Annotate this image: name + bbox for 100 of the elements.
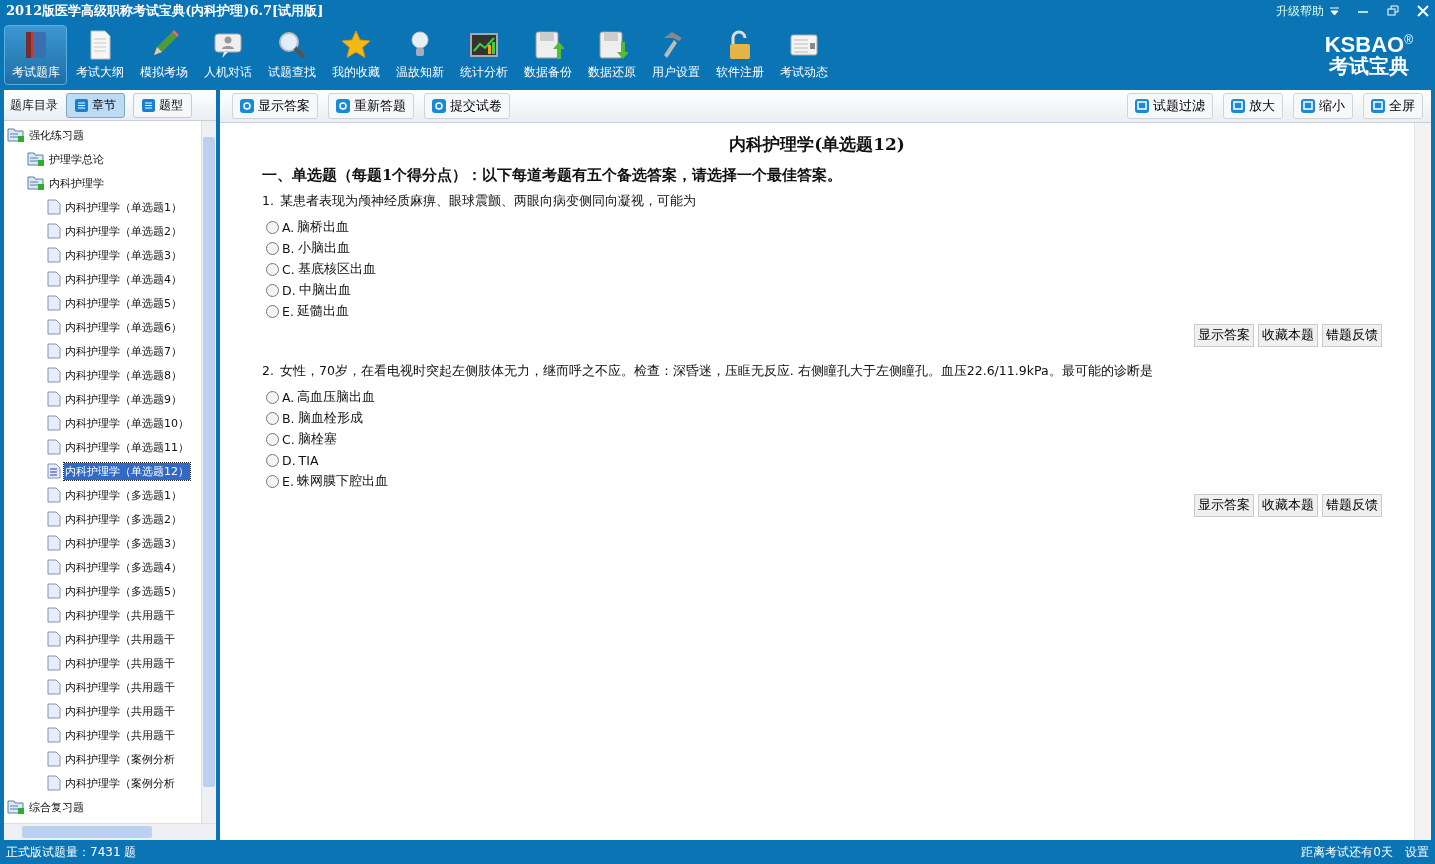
tree-item[interactable]: 内科护理学（单选题10） — [64, 414, 190, 432]
sidebar-heading: 题库目录 — [10, 96, 58, 114]
tree-item[interactable]: 内科护理学（单选题2） — [64, 222, 183, 240]
question-button[interactable]: 错题反馈 — [1322, 494, 1382, 517]
tree-item[interactable]: 内科护理学（共用题干 — [64, 726, 176, 744]
option-text: 中脑出血 — [298, 282, 351, 299]
tree-item[interactable]: 综合复习题 — [28, 798, 85, 816]
page-icon — [47, 439, 61, 455]
toolbar-button[interactable]: 温故知新 — [388, 25, 451, 85]
tree-item[interactable]: 内科护理学（案例分析 — [64, 750, 176, 768]
option-letter: C. — [282, 432, 295, 447]
tree-item[interactable]: 内科护理学（案例分析 — [64, 774, 176, 792]
page-icon — [47, 271, 61, 287]
page-icon — [47, 631, 61, 647]
tree-item[interactable]: 内科护理学（单选题8） — [64, 366, 183, 384]
toolbar-button[interactable]: 数据备份 — [516, 25, 579, 85]
tree-item[interactable]: 内科护理学（单选题12） — [64, 462, 190, 480]
tree-item[interactable]: 内科护理学（多选题5） — [64, 582, 183, 600]
toolbar-button[interactable]: 试题查找 — [260, 25, 323, 85]
page-icon — [47, 391, 61, 407]
section-heading: 一、单选题（每题1个得分点）：以下每道考题有五个备选答案，请选择一个最佳答案。 — [262, 166, 844, 185]
toolbar-button[interactable]: 统计分析 — [452, 25, 515, 85]
folder-icon — [27, 151, 45, 167]
question-button[interactable]: 显示答案 — [1194, 494, 1254, 517]
tree-item[interactable]: 内科护理学（多选题4） — [64, 558, 183, 576]
action-button[interactable]: 显示答案 — [232, 93, 318, 119]
tree-item[interactable]: 内科护理学（多选题2） — [64, 510, 183, 528]
tree-item[interactable]: 内科护理学（共用题干 — [64, 678, 176, 696]
option-letter: E. — [282, 474, 294, 489]
radio-button[interactable] — [266, 391, 279, 404]
tree-item[interactable]: 内科护理学（单选题1） — [64, 198, 183, 216]
tree-item[interactable]: 内科护理学（单选题7） — [64, 342, 183, 360]
tree-item[interactable]: 内科护理学（多选题1） — [64, 486, 183, 504]
radio-button[interactable] — [266, 284, 279, 297]
action-button[interactable]: 提交试卷 — [424, 93, 510, 119]
tree-item[interactable]: 内科护理学（共用题干 — [64, 606, 176, 624]
tree-item[interactable]: 强化练习题 — [28, 126, 85, 144]
sidebar-tab[interactable]: 题型 — [133, 92, 192, 118]
toolbar-button[interactable]: 考试动态 — [772, 25, 835, 85]
vertical-scrollbar[interactable] — [1414, 123, 1431, 840]
toolbar-button[interactable]: 考试大纲 — [68, 25, 131, 85]
radio-button[interactable] — [266, 412, 279, 425]
option-letter: A. — [282, 220, 295, 235]
close-icon[interactable] — [1417, 5, 1429, 17]
star-icon — [339, 29, 372, 61]
vertical-scrollbar[interactable] — [201, 121, 216, 823]
caret-icon — [1330, 7, 1339, 15]
ksbao-logo: KSBAO$^{®}$ 考试宝典 — [1324, 33, 1413, 77]
toolbar-button[interactable]: 模拟考场 — [132, 25, 195, 85]
page-icon — [47, 487, 61, 503]
restore-icon[interactable] — [1387, 5, 1399, 17]
page-icon — [47, 727, 61, 743]
horizontal-scrollbar[interactable] — [4, 823, 216, 840]
page-icon — [47, 247, 61, 263]
toolbar-button[interactable]: 用户设置 — [644, 25, 707, 85]
toolbar-button[interactable]: 人机对话 — [196, 25, 259, 85]
radio-button[interactable] — [266, 263, 279, 276]
toolbar-button[interactable]: 考试题库 — [4, 25, 67, 85]
radio-button[interactable] — [266, 305, 279, 318]
action-button[interactable]: 重新答题 — [328, 93, 414, 119]
view-button[interactable]: 缩小 — [1293, 93, 1353, 119]
radio-button[interactable] — [266, 433, 279, 446]
toolbar-button[interactable]: 我的收藏 — [324, 25, 387, 85]
tree-item[interactable]: 内科护理学 — [48, 174, 105, 192]
action-icon — [1301, 99, 1315, 113]
option-text: 延髓出血 — [296, 303, 349, 320]
option-letter: E. — [282, 304, 294, 319]
radio-button[interactable] — [266, 242, 279, 255]
tree-item[interactable]: 内科护理学（共用题干 — [64, 702, 176, 720]
tree-item[interactable]: 护理学总论 — [48, 150, 105, 168]
tree-item[interactable]: 内科护理学（单选题4） — [64, 270, 183, 288]
sidebar-tab[interactable]: 章节 — [66, 92, 125, 118]
page-icon — [47, 367, 61, 383]
tree-item[interactable]: 内科护理学（多选题3） — [64, 534, 183, 552]
tree-item[interactable]: 内科护理学（单选题5） — [64, 294, 183, 312]
settings-link[interactable]: 设置 — [1405, 843, 1429, 861]
radio-button[interactable] — [266, 475, 279, 488]
tree-item[interactable]: 内科护理学（单选题3） — [64, 246, 183, 264]
view-button[interactable]: 试题过滤 — [1127, 93, 1213, 119]
view-button[interactable]: 放大 — [1223, 93, 1283, 119]
radio-button[interactable] — [266, 221, 279, 234]
toolbar-button[interactable]: 数据还原 — [580, 25, 643, 85]
option-letter: C. — [282, 262, 295, 277]
toolbar-button[interactable]: 软件注册 — [708, 25, 771, 85]
question-button[interactable]: 显示答案 — [1194, 324, 1254, 347]
view-button[interactable]: 全屏 — [1363, 93, 1423, 119]
help-menu[interactable]: 升级帮助 — [1276, 2, 1339, 20]
tree-item[interactable]: 内科护理学（单选题6） — [64, 318, 183, 336]
page-icon — [47, 199, 61, 215]
tree-item[interactable]: 内科护理学（共用题干 — [64, 654, 176, 672]
tree-item[interactable]: 内科护理学（单选题9） — [64, 390, 183, 408]
question-button[interactable]: 收藏本题 — [1258, 324, 1318, 347]
page-icon — [47, 679, 61, 695]
radio-button[interactable] — [266, 454, 279, 467]
question-button[interactable]: 错题反馈 — [1322, 324, 1382, 347]
tree-item[interactable]: 内科护理学（单选题11） — [64, 438, 190, 456]
page-icon — [47, 751, 61, 767]
question-button[interactable]: 收藏本题 — [1258, 494, 1318, 517]
tree-item[interactable]: 内科护理学（共用题干 — [64, 630, 176, 648]
option-text: 小脑出血 — [297, 240, 350, 257]
